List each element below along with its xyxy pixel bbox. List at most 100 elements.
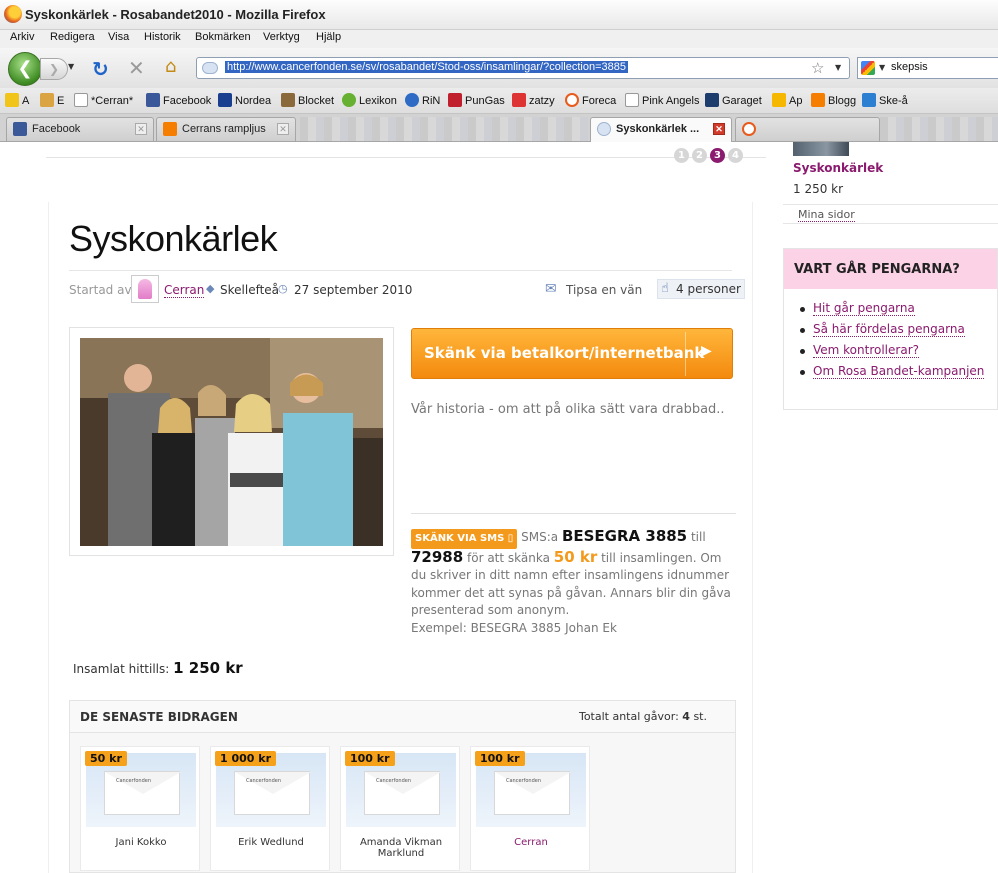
recent-donations-header: DE SENASTE BIDRAGEN Totalt antal gåvor: …	[70, 701, 735, 733]
close-tab-icon[interactable]: ✕	[277, 123, 289, 135]
menu-historik[interactable]: Historik	[144, 31, 181, 43]
bookmark-label: A	[22, 95, 30, 107]
reload-icon[interactable]: ↻	[92, 57, 109, 81]
bookmark-star-icon[interactable]: ☆	[811, 59, 824, 77]
history-dropdown-icon[interactable]: ▼	[68, 62, 74, 71]
tab-syskonkarlek[interactable]: Syskonkärlek ... ✕	[590, 117, 732, 142]
bookmark-label: Ske-å	[879, 95, 908, 107]
page-margin	[0, 142, 26, 873]
search-input[interactable]: skepsis	[891, 61, 928, 73]
collection-title: Syskonkärlek	[69, 218, 278, 259]
bookmark-foreca[interactable]: Foreca	[565, 93, 616, 109]
bookmark-label: PunGas	[465, 95, 505, 107]
bookmark-lexikon[interactable]: Lexikon	[342, 93, 397, 109]
sidebar-link-item[interactable]: Om Rosa Bandet-kampanjen	[800, 364, 985, 385]
menu-redigera[interactable]: Redigera	[50, 31, 95, 43]
close-tab-icon[interactable]: ✕	[713, 123, 725, 135]
user-link[interactable]: Cerran	[164, 283, 205, 298]
bookmark-garaget[interactable]: Garaget	[705, 93, 762, 109]
bookmark-label: Lexikon	[359, 95, 397, 107]
sidebar-collection-name[interactable]: Syskonkärlek	[793, 161, 883, 175]
window-titlebar: Syskonkärlek - Rosabandet2010 - Mozilla …	[0, 0, 998, 30]
where-money-goes-header: VART GÅR PENGARNA?	[784, 249, 997, 289]
bookmark-pungas[interactable]: PunGas	[448, 93, 505, 109]
bookmark-cerran[interactable]: *Cerran*	[74, 93, 133, 109]
url-text[interactable]: http://www.cancerfonden.se/sv/rosabandet…	[225, 61, 628, 73]
pager-item[interactable]: 2	[692, 148, 707, 163]
sms-keyword: BESEGRA 3885	[561, 527, 688, 545]
pager-item-current[interactable]: 3	[710, 148, 725, 163]
bookmark-a[interactable]: A	[5, 93, 29, 109]
pager-item[interactable]: 1	[674, 148, 689, 163]
my-pages-link[interactable]: Mina sidor	[798, 208, 855, 222]
donate-card-button[interactable]: Skänk via betalkort/internetbank ▶	[411, 328, 733, 379]
sidebar-link[interactable]: Så här fördelas pengarna	[813, 322, 965, 337]
search-bar[interactable]: ▼ skepsis	[857, 57, 998, 79]
menu-bokmarken[interactable]: Bokmärken	[195, 31, 251, 43]
started-by-label: Startad av:	[69, 283, 135, 297]
bookmark-label: Facebook	[163, 95, 212, 107]
bookmark-facebook[interactable]: Facebook	[146, 93, 211, 109]
collected-label: Insamlat hittills:	[73, 662, 170, 676]
bookmarks-toolbar: A E *Cerran* Facebook Nordea Blocket Lex…	[0, 88, 998, 114]
pager-item[interactable]: 4	[728, 148, 743, 163]
menu-visa[interactable]: Visa	[108, 31, 129, 43]
sidebar-link[interactable]: Hit går pengarna	[813, 301, 915, 316]
bookmark-nordea[interactable]: Nordea	[218, 93, 271, 109]
forward-button[interactable]: ❯	[40, 58, 68, 80]
bookmark-label: Pink Angels	[642, 95, 700, 107]
menu-hjalp[interactable]: Hjälp	[316, 31, 341, 43]
tab-facebook[interactable]: Facebook ✕	[6, 117, 154, 141]
firefox-icon	[4, 5, 22, 23]
sms-text: för att skänka	[467, 550, 550, 565]
search-engine-dropdown-icon[interactable]: ▼	[879, 63, 885, 72]
sidebar-link-item[interactable]: Så här fördelas pengarna	[800, 322, 984, 343]
gift-card[interactable]: Cancerfonden 1 000 kr Erik Wedlund	[210, 746, 330, 871]
sidebar-link-item[interactable]: Hit går pengarna	[800, 301, 984, 322]
like-button[interactable]: ☝ 4 personer	[657, 279, 745, 299]
envelope-brand: Cancerfonden	[506, 778, 542, 784]
tip-friend-link[interactable]: Tipsa en vän	[566, 283, 642, 297]
site-identity-icon[interactable]	[202, 62, 218, 74]
gift-donor-link[interactable]: Cerran	[471, 837, 591, 848]
stop-icon[interactable]: ✕	[128, 56, 145, 80]
google-icon[interactable]	[861, 61, 875, 75]
sms-example: Exempel: BESEGRA 3885 Johan Ek	[411, 620, 617, 635]
bookmark-ap[interactable]: Ap	[772, 93, 802, 109]
menu-verktyg[interactable]: Verktyg	[263, 31, 300, 43]
envelope-brand: Cancerfonden	[116, 778, 152, 784]
gift-card[interactable]: Cancerfonden 50 kr Jani Kokko	[80, 746, 200, 871]
sidebar-link[interactable]: Vem kontrollerar?	[813, 343, 919, 358]
mail-icon[interactable]: ✉	[545, 281, 557, 297]
back-button[interactable]: ❮	[8, 52, 42, 86]
gift-card[interactable]: Cancerfonden 100 kr Amanda Vikman Marklu…	[340, 746, 460, 871]
sidebar-link[interactable]: Om Rosa Bandet-kampanjen	[813, 364, 985, 379]
start-date: 27 september 2010	[294, 283, 413, 297]
home-icon[interactable]: ⌂	[165, 56, 176, 77]
bookmark-rin[interactable]: RiN	[405, 93, 440, 109]
donate-button-label: Skänk via betalkort/internetbank	[424, 344, 705, 362]
bookmark-pink-angels[interactable]: Pink Angels	[625, 93, 699, 109]
avatar[interactable]	[131, 275, 159, 303]
bookmark-blocket[interactable]: Blocket	[281, 93, 334, 109]
url-dropdown-icon[interactable]: ▼	[835, 63, 841, 72]
collection-thumbnail[interactable]	[793, 142, 849, 156]
sms-number: 72988	[411, 547, 464, 566]
play-arrow-icon: ▶	[701, 343, 712, 359]
bookmark-e[interactable]: E	[40, 93, 64, 109]
bookmark-label: RiN	[422, 95, 441, 107]
gift-card[interactable]: Cancerfonden 100 kr Cerran	[470, 746, 590, 871]
tab-blurred[interactable]	[735, 117, 880, 141]
bookmark-zatzy[interactable]: zatzy	[512, 93, 555, 109]
tab-cerrans-rampljus[interactable]: Cerrans rampljus ✕	[156, 117, 296, 141]
pager: 1234	[674, 147, 746, 163]
gift-amount: 50 kr	[85, 751, 127, 766]
url-bar[interactable]: http://www.cancerfonden.se/sv/rosabandet…	[196, 57, 850, 79]
bookmark-label: Foreca	[582, 95, 617, 107]
total-gifts-unit: st.	[693, 710, 707, 723]
sidebar-link-item[interactable]: Vem kontrollerar?	[800, 343, 984, 364]
menu-arkiv[interactable]: Arkiv	[10, 31, 34, 43]
bookmark-blogg[interactable]: Blogg	[811, 93, 856, 109]
close-tab-icon[interactable]: ✕	[135, 123, 147, 135]
bookmark-ske[interactable]: Ske-å	[862, 93, 908, 109]
